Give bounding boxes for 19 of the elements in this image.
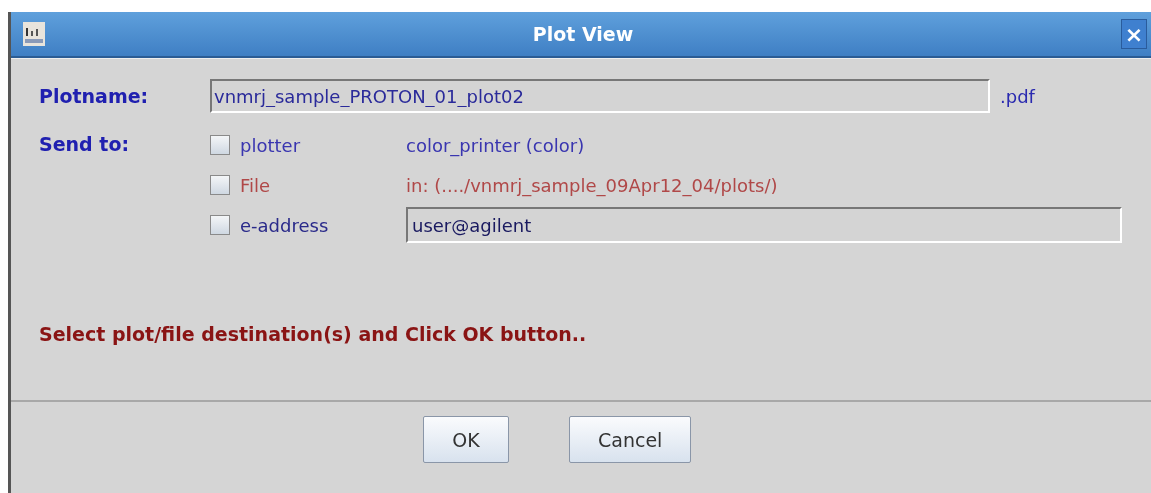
checkbox-label: plotter (240, 134, 302, 156)
plotname-label: Plotname: (39, 85, 150, 107)
window-title: Plot View (531, 23, 635, 45)
destination-info: in: (..../vnmrj_sample_09Apr12_04/plots/) (406, 174, 778, 196)
checkbox[interactable] (210, 215, 230, 235)
plotname-field[interactable]: vnmrj_sample_PROTON_01_plot02 (210, 79, 990, 113)
email-field[interactable]: user@agilent (406, 207, 1122, 243)
instruction-message: Select plot/file destination(s) and Click OK button.. (39, 323, 587, 345)
close-button[interactable]: × (1121, 19, 1147, 49)
dialog-button[interactable]: Cancel (569, 416, 692, 463)
extension-label: .pdf (1000, 85, 1035, 107)
checkbox-label: e-address (240, 214, 330, 236)
dialog-button[interactable]: OK (423, 416, 509, 463)
checkbox[interactable] (210, 135, 230, 155)
checkbox[interactable] (210, 175, 230, 195)
destination-info: color_printer (color) (406, 134, 585, 156)
app-icon (23, 22, 45, 46)
checkbox-label: File (240, 174, 272, 196)
send-to-label: Send to: (39, 132, 131, 155)
